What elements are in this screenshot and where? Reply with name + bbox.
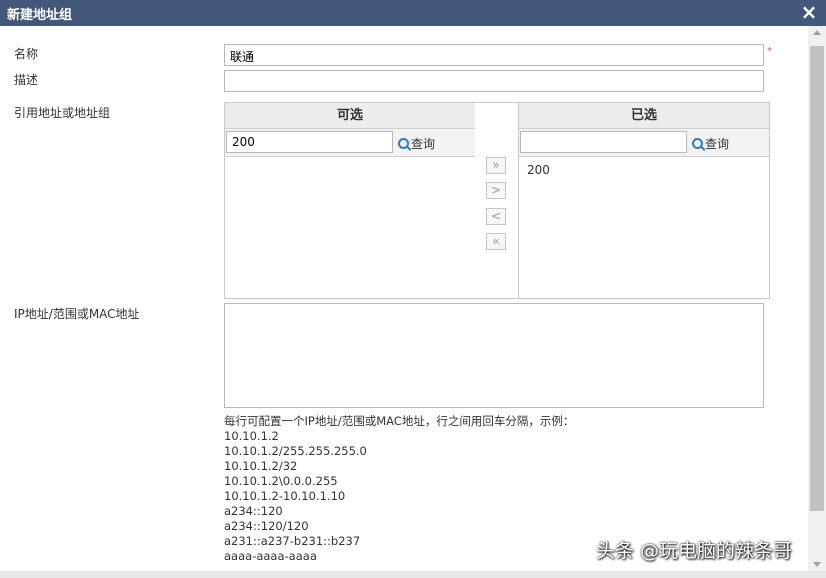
watermark: 头条 @玩电脑的辣条哥	[596, 540, 793, 562]
help-example: 10.10.1.2	[224, 429, 279, 443]
help-example: 10.10.1.2/255.255.255.0	[224, 444, 367, 458]
help-example: 10.10.1.2/32	[224, 459, 298, 473]
selected-search-input[interactable]	[520, 131, 687, 153]
ip-label: IP地址/范围或MAC地址	[14, 307, 140, 321]
available-search-label: 查询	[411, 137, 436, 151]
description-label: 描述	[14, 73, 39, 87]
help-text: 每行可配置一个IP地址/范围或MAC地址，行之间用回车分隔，示例： 10.10.…	[224, 414, 574, 564]
close-icon[interactable]: ×	[800, 1, 818, 23]
dialog-titlebar: 新建地址组 ×	[0, 0, 826, 26]
transfer-buttons: » > < «	[475, 102, 519, 299]
help-example: aaaa-aaaa-aaaa	[224, 549, 317, 563]
available-search-bar: 200 查询	[225, 129, 475, 157]
ip-textarea[interactable]	[224, 303, 764, 408]
help-intro: 每行可配置一个IP地址/范围或MAC地址，行之间用回车分隔，示例：	[224, 414, 575, 428]
available-list[interactable]	[225, 158, 475, 298]
remove-all-button[interactable]: «	[486, 233, 506, 250]
name-label: 名称	[14, 47, 39, 61]
new-address-group-dialog: 新建地址组 × 名称 联通 * 描述 引用地址或地址组 可选 200 查询 » …	[0, 0, 826, 578]
scroll-down-icon[interactable]	[813, 562, 821, 567]
bottom-strip	[0, 571, 826, 578]
available-panel: 可选 200 查询	[224, 102, 476, 299]
available-search-button[interactable]: 查询	[398, 135, 435, 152]
help-example: 10.10.1.2\0.0.0.255	[224, 474, 338, 488]
available-search-input[interactable]: 200	[226, 131, 393, 153]
available-header: 可选	[225, 103, 475, 129]
add-one-button[interactable]: >	[486, 182, 506, 199]
help-example: 10.10.1.2-10.10.1.10	[224, 489, 346, 503]
reference-label: 引用地址或地址组	[14, 106, 111, 120]
add-all-button[interactable]: »	[486, 157, 506, 174]
search-icon	[692, 138, 703, 149]
required-mark: *	[767, 46, 772, 57]
dialog-title: 新建地址组	[7, 8, 73, 23]
search-icon	[398, 138, 409, 149]
remove-one-button[interactable]: <	[486, 208, 506, 225]
selected-list-item[interactable]: 200	[527, 163, 550, 177]
selected-search-button[interactable]: 查询	[692, 135, 729, 152]
scroll-up-icon[interactable]	[813, 30, 821, 35]
name-input[interactable]: 联通	[224, 44, 764, 66]
scrollbar-thumb[interactable]	[810, 46, 824, 511]
selected-panel: 已选 查询 200	[518, 102, 770, 299]
help-example: a231::a237-b231::b237	[224, 534, 361, 548]
help-example: a234::120/120	[224, 519, 309, 533]
selected-header: 已选	[519, 103, 769, 129]
selected-search-label: 查询	[705, 137, 730, 151]
help-example: a234::120	[224, 504, 283, 518]
description-input[interactable]	[224, 70, 764, 92]
vertical-scrollbar[interactable]	[808, 26, 826, 571]
selected-search-bar: 查询	[519, 129, 769, 157]
